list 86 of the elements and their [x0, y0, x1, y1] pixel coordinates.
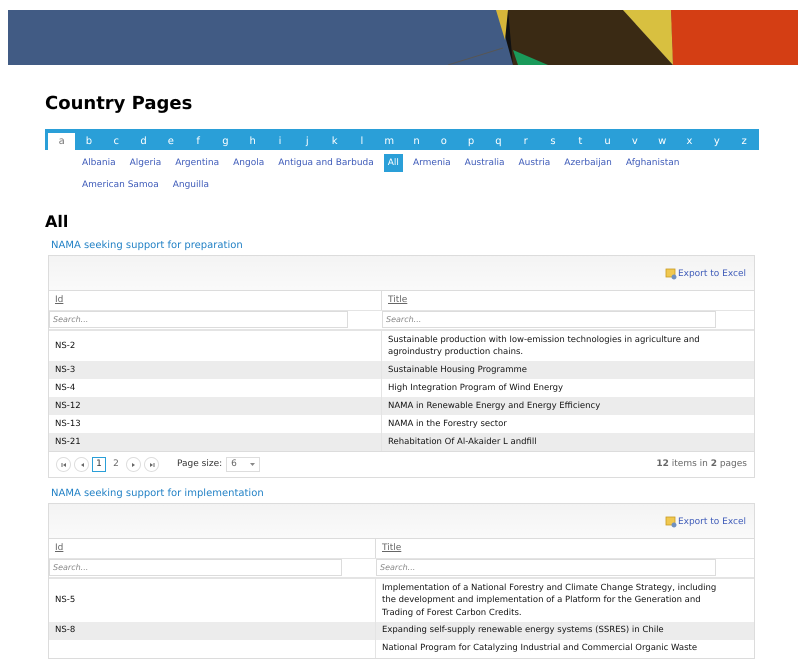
letter-tab[interactable]: o — [430, 133, 458, 150]
letter-tab[interactable]: h — [239, 133, 266, 150]
skip-back-icon — [60, 462, 66, 468]
letter-tab[interactable]: y — [703, 133, 730, 150]
table-cell-text: Implementation of a National Forestry and Climate Change Strategy, including the development and implementation of a Platform for the Generation and Trading of Forest Carbon Credits. — [382, 582, 718, 619]
table-cell: NS-21 — [55, 436, 81, 448]
page-title: Country Pages — [45, 92, 194, 116]
letter-tab[interactable]: p — [457, 133, 485, 150]
page-size-label: Page size: — [177, 458, 222, 471]
letter-tab[interactable]: t — [566, 133, 594, 150]
table-cell: Rehabitation Of Al-Akaider L andfill — [388, 436, 537, 448]
grid-title-link[interactable]: NAMA seeking support for preparation — [51, 240, 755, 252]
country-link[interactable]: Australia — [460, 154, 508, 172]
search-field[interactable]: Search... — [49, 311, 348, 328]
column-header[interactable]: Id — [49, 291, 382, 310]
table-cell: NS-13 — [55, 418, 81, 430]
column-header[interactable]: Id — [49, 539, 376, 558]
previous-page-button[interactable] — [74, 457, 89, 472]
caret-icon — [250, 463, 256, 466]
country-link[interactable]: Azerbaijan — [560, 154, 616, 172]
country-link[interactable]: Antigua and Barbuda — [274, 154, 378, 172]
export-button[interactable]: Export to Excel — [664, 268, 746, 281]
table-cell: Expanding self-supply renewable energy systems (SSRES) in Chile — [382, 624, 664, 637]
country-link[interactable]: Afghanistan — [622, 154, 684, 172]
letter-tab[interactable]: x — [676, 133, 704, 150]
table-cell: NS-3 — [55, 364, 76, 376]
letter-tab[interactable]: c — [102, 133, 130, 150]
country-link[interactable]: Argentina — [171, 154, 224, 172]
letter-tab[interactable]: f — [184, 133, 212, 150]
letter-tab[interactable]: b — [75, 133, 103, 150]
table-cell: NS-12 — [55, 400, 81, 412]
grid-title-link[interactable]: NAMA seeking support for implementation — [51, 488, 755, 500]
skip-forward-icon — [148, 462, 154, 468]
country-link[interactable]: All — [384, 154, 403, 172]
country-link[interactable]: Algeria — [126, 154, 166, 172]
letter-tab[interactable]: n — [402, 133, 430, 150]
page-size-dropdown[interactable]: 6 — [226, 457, 260, 472]
letter-tab[interactable]: a — [48, 133, 76, 150]
table-cell: NAMA in the Forestry sector — [388, 418, 507, 430]
spreadsheet-icon — [664, 516, 677, 528]
letter-tab[interactable]: q — [484, 133, 512, 150]
pager-summary: 12 items in 2 pages — [656, 458, 747, 471]
section-heading: All — [45, 212, 70, 232]
letter-tab[interactable]: m — [376, 133, 403, 150]
letter-tab[interactable]: k — [320, 133, 348, 150]
last-page-button[interactable] — [144, 457, 159, 472]
letter-tab[interactable]: i — [266, 133, 294, 150]
column-header[interactable]: Title — [376, 539, 754, 558]
table-cell-text: Sustainable production with low-emission technologies in agriculture and agroindustry production chains. — [388, 334, 701, 358]
table-cell: NS-5 — [55, 594, 76, 606]
letter-tab[interactable]: v — [621, 133, 649, 150]
country-link[interactable]: Angola — [229, 154, 268, 172]
search-field[interactable]: Search... — [49, 559, 342, 576]
letter-tab[interactable]: u — [594, 133, 622, 150]
country-link[interactable]: Austria — [514, 154, 554, 172]
letter-tab[interactable]: l — [348, 133, 376, 150]
search-field[interactable]: Search... — [376, 559, 716, 576]
table-cell: NS-4 — [55, 382, 76, 394]
triangle-left-icon — [78, 462, 84, 468]
page-button[interactable]: 2 — [109, 457, 123, 472]
first-page-button[interactable] — [56, 457, 71, 472]
table-cell: NS-8 — [55, 624, 76, 637]
next-page-button[interactable] — [126, 457, 141, 472]
page-button[interactable]: 1 — [92, 457, 106, 472]
letter-tab[interactable]: r — [512, 133, 540, 150]
country-link[interactable]: American Samoa — [78, 176, 163, 194]
letter-tab[interactable]: w — [648, 133, 676, 150]
table-cell: Sustainable Housing Programme — [388, 364, 528, 376]
export-button[interactable]: Export to Excel — [664, 516, 746, 529]
letter-tab[interactable]: g — [212, 133, 240, 150]
country-link[interactable]: Albania — [78, 154, 120, 172]
spreadsheet-icon — [664, 268, 677, 280]
table-cell: NS-2 — [55, 340, 76, 352]
table-cell: National Program for Catalyzing Industrial and Commercial Organic Waste — [382, 642, 698, 655]
country-link[interactable]: Anguilla — [168, 176, 214, 194]
table-cell: High Integration Program of Wind Energy — [388, 382, 564, 394]
table-cell: NAMA in Renewable Energy and Energy Efficiency — [388, 400, 600, 412]
letter-tab[interactable]: j — [294, 133, 321, 150]
search-field[interactable]: Search... — [382, 311, 716, 328]
triangle-right-icon — [130, 462, 136, 468]
letter-tab[interactable]: e — [157, 133, 184, 150]
letter-tab[interactable]: s — [539, 133, 567, 150]
column-header[interactable]: Title — [382, 291, 754, 310]
country-link[interactable]: Armenia — [408, 154, 455, 172]
letter-tab[interactable]: z — [730, 133, 758, 150]
letter-tab[interactable]: d — [130, 133, 158, 150]
